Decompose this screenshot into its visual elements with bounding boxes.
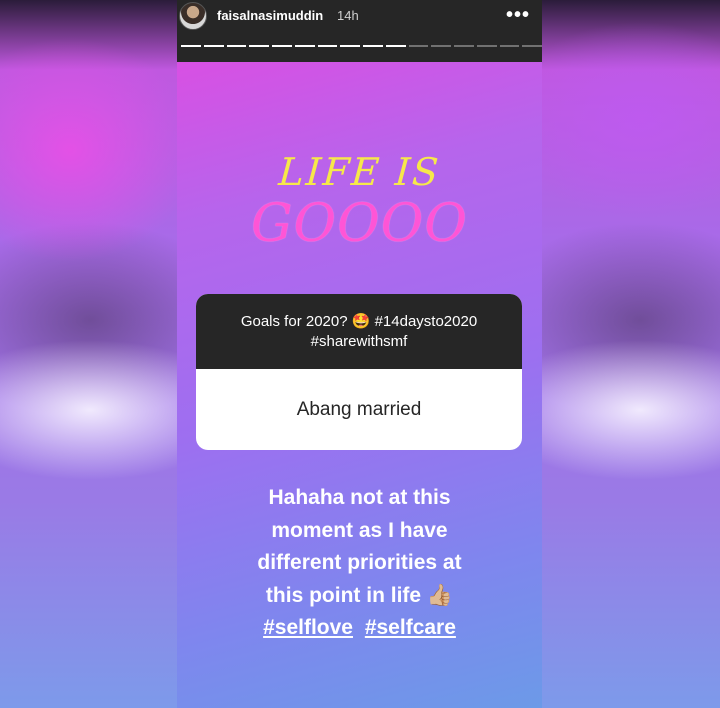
hashtag-link[interactable]: #selflove	[263, 616, 353, 639]
reply-line: Hahaha not at this	[268, 486, 451, 509]
progress-segment	[499, 45, 520, 47]
progress-segment	[203, 45, 224, 47]
progress-segment	[385, 45, 406, 47]
reply-line: moment as I have	[271, 518, 448, 542]
progress-segment	[454, 45, 474, 47]
progress-segment	[317, 45, 338, 47]
progress-segment	[294, 45, 315, 47]
question-sticker: Goals for 2020? 🤩 #14daysto2020 #sharewi…	[196, 294, 522, 450]
progress-segment	[476, 45, 497, 47]
question-prompt: Goals for 2020? 🤩 #14daysto2020 #sharewi…	[196, 294, 522, 369]
post-time: 14h	[337, 8, 359, 23]
progress-segment	[408, 45, 429, 47]
story-progress-bar	[181, 45, 542, 49]
hashtag-link[interactable]: #selfcare	[365, 616, 456, 639]
reply-text: Hahaha not at this moment as I have diff…	[177, 482, 542, 645]
progress-segment	[431, 45, 451, 47]
username[interactable]: faisalnasimuddin	[217, 8, 323, 23]
story-header: faisalnasimuddin 14h •••	[177, 0, 542, 62]
progress-segment	[340, 45, 360, 47]
progress-segment	[272, 45, 292, 47]
reply-line: different priorities at	[257, 551, 462, 574]
sticker-title-line2: GOOOO	[250, 194, 469, 254]
question-prompt-line2: #sharewithsmf	[310, 333, 408, 350]
story-frame[interactable]: faisalnasimuddin 14h ••• LIFE IS GOOOO G…	[177, 0, 542, 708]
progress-segment	[363, 45, 383, 47]
progress-segment	[226, 45, 247, 47]
progress-segment	[249, 45, 269, 47]
question-answer: Abang married	[296, 398, 422, 420]
reply-line: this point in life 👍🏼	[265, 583, 454, 607]
question-prompt-line1: Goals for 2020? 🤩 #14daysto2020	[240, 313, 478, 330]
sticker-title-line1: LIFE IS	[277, 150, 442, 194]
avatar[interactable]	[179, 2, 207, 30]
progress-segment	[522, 45, 542, 47]
hashtag-row: #selflove #selfcare	[177, 612, 542, 645]
progress-segment	[181, 45, 201, 47]
more-horizontal-icon[interactable]: •••	[506, 4, 530, 27]
